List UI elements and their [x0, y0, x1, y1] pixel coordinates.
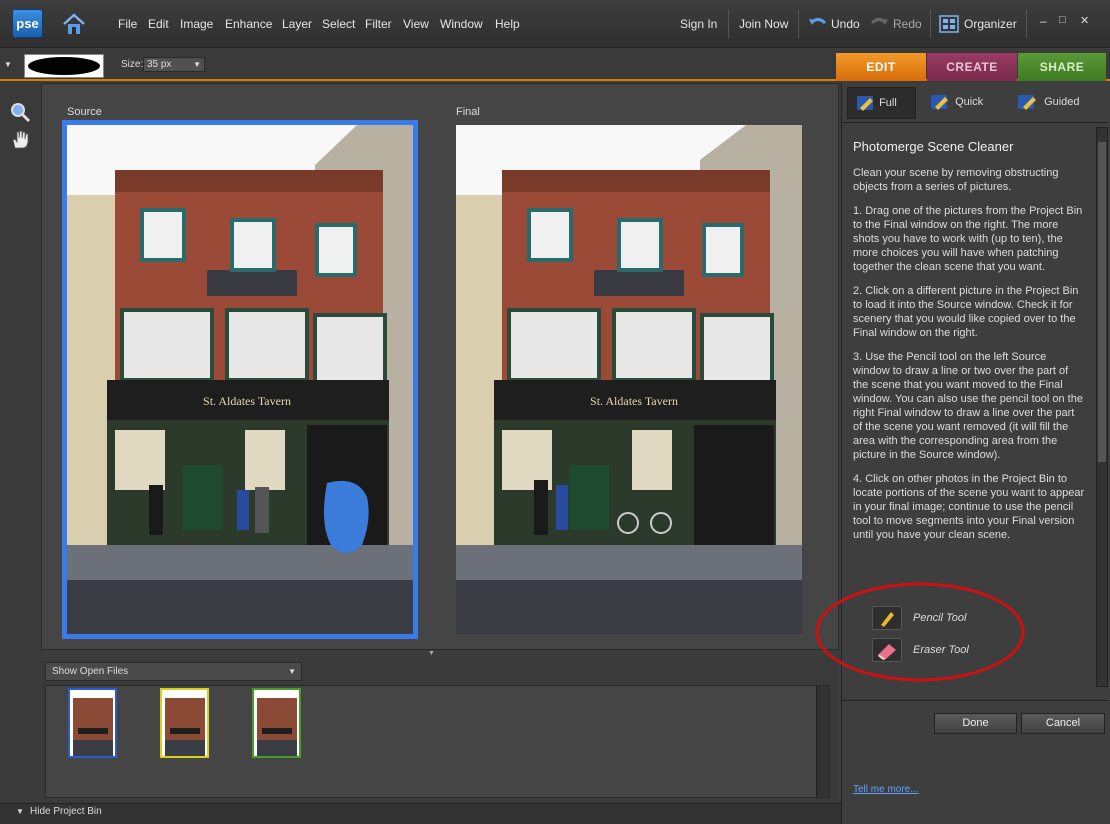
guide-step-4: 4. Click on other photos in the Project …: [853, 473, 1085, 541]
pse-logo: pse: [12, 9, 43, 38]
bin-scrollbar[interactable]: [816, 686, 829, 797]
tab-create[interactable]: CREATE: [927, 53, 1017, 81]
show-open-files-dropdown[interactable]: Show Open Files ▼: [45, 662, 302, 681]
subtab-guided-label: Guided: [1044, 96, 1080, 108]
thumbnail-2[interactable]: [160, 688, 209, 758]
source-window[interactable]: St. Aldates Tavern: [62, 120, 418, 639]
thumbnail-3[interactable]: [252, 688, 301, 758]
hide-bin-chevron-icon[interactable]: ▼: [16, 807, 24, 816]
menu-window[interactable]: Window: [440, 17, 483, 31]
menu-help[interactable]: Help: [495, 17, 520, 31]
guide-intro: Clean your scene by removing obstructing…: [853, 167, 1059, 193]
thumbnail-1[interactable]: [68, 688, 117, 758]
size-field[interactable]: 35 px ▼: [143, 57, 205, 72]
toolbox: [0, 83, 40, 803]
redo-icon: [869, 14, 889, 33]
redo-button[interactable]: Redo: [893, 17, 922, 31]
tab-share[interactable]: SHARE: [1018, 53, 1106, 81]
menu-image[interactable]: Image: [180, 17, 213, 31]
size-label: Size:: [121, 59, 144, 70]
subtab-full-label: Full: [879, 97, 897, 109]
guide-scrollbar[interactable]: [1096, 127, 1108, 687]
tavern-sign-final: St. Aldates Tavern: [590, 394, 678, 408]
zoom-tool-icon[interactable]: [9, 101, 31, 126]
guide-step-2: 2. Click on a different picture in the P…: [853, 285, 1079, 339]
maximize-button[interactable]: □: [1059, 14, 1066, 26]
organizer-button[interactable]: Organizer: [964, 17, 1017, 31]
hand-tool-icon[interactable]: [9, 128, 31, 153]
final-window[interactable]: St. Aldates Tavern: [456, 125, 802, 634]
subtab-guided[interactable]: Guided: [1017, 87, 1105, 119]
subtab-full[interactable]: Full: [847, 87, 916, 119]
final-label: Final: [456, 106, 480, 118]
tab-edit[interactable]: EDIT: [836, 53, 926, 81]
organizer-icon: [939, 15, 959, 36]
subtab-quick[interactable]: Quick: [930, 87, 1000, 119]
undo-icon: [808, 14, 828, 33]
guide-title: Photomerge Scene Cleaner: [853, 139, 1014, 154]
guide-step-1: 1. Drag one of the pictures from the Pro…: [853, 205, 1083, 273]
menu-select[interactable]: Select: [322, 17, 355, 31]
menu-view[interactable]: View: [403, 17, 429, 31]
menu-layer[interactable]: Layer: [282, 17, 312, 31]
close-button[interactable]: ✕: [1080, 14, 1089, 27]
dropdown-chevron-icon: ▼: [288, 667, 296, 676]
red-highlight-ellipse: [815, 582, 1025, 682]
tavern-sign: St. Aldates Tavern: [203, 394, 291, 408]
menu-filter[interactable]: Filter: [365, 17, 392, 31]
cancel-button[interactable]: Cancel: [1021, 713, 1105, 734]
done-button[interactable]: Done: [934, 713, 1017, 734]
home-icon[interactable]: [60, 11, 88, 37]
minimize-button[interactable]: –: [1040, 14, 1047, 28]
sign-in-link[interactable]: Sign In: [680, 17, 717, 31]
show-open-files-label: Show Open Files: [52, 666, 129, 677]
menu-edit[interactable]: Edit: [148, 17, 169, 31]
guide-step-3: 3. Use the Pencil tool on the left Sourc…: [853, 351, 1083, 461]
size-chevron-icon[interactable]: ▼: [193, 58, 201, 71]
hide-project-bin-button[interactable]: Hide Project Bin: [30, 806, 102, 817]
menu-enhance[interactable]: Enhance: [225, 17, 272, 31]
tell-me-more-link[interactable]: Tell me more...: [853, 784, 919, 795]
source-label: Source: [67, 106, 102, 118]
brush-preview[interactable]: [24, 54, 104, 78]
undo-button[interactable]: Undo: [831, 17, 860, 31]
size-value: 35 px: [147, 59, 172, 70]
scroll-thumb[interactable]: [1098, 142, 1106, 462]
collapse-chevron-icon[interactable]: ▼: [428, 650, 435, 657]
join-now-link[interactable]: Join Now: [739, 17, 788, 31]
menu-file[interactable]: File: [118, 17, 137, 31]
subtab-quick-label: Quick: [955, 96, 984, 108]
tool-preset-chevron-icon[interactable]: ▼: [4, 60, 12, 69]
